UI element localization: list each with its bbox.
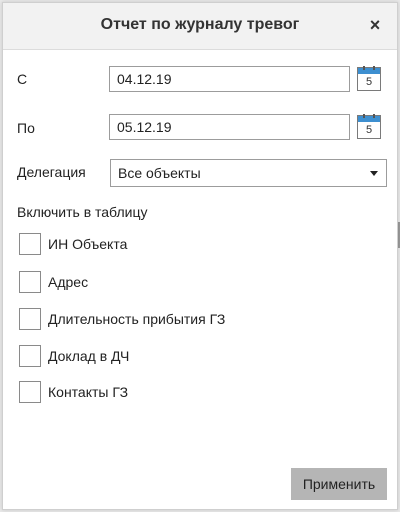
apply-button[interactable]: Применить (291, 468, 387, 500)
checkbox-address[interactable] (19, 271, 41, 293)
include-in-table-label: Включить в таблицу (17, 204, 148, 220)
calendar-icon-number: 5 (365, 124, 373, 136)
checkbox-label-contacts: Контакты ГЗ (48, 384, 129, 400)
delegation-select[interactable]: Все объекты (110, 159, 387, 187)
checkbox-arrival-duration[interactable] (19, 308, 41, 330)
calendar-ring-left (363, 66, 365, 70)
checkbox-object-id[interactable] (19, 233, 41, 255)
calendar-icon (358, 68, 380, 74)
delegation-label: Делегация (17, 164, 86, 180)
from-date-input[interactable]: 04.12.19 (109, 66, 350, 92)
checkbox-label-address: Адрес (48, 274, 89, 290)
chevron-down-icon (370, 171, 378, 176)
delegation-value: Все объекты (118, 165, 201, 181)
calendar-ring-left (363, 114, 365, 118)
calendar-ring-right (373, 66, 375, 70)
to-calendar-button[interactable]: 5 (357, 114, 381, 139)
close-icon[interactable]: × (365, 15, 385, 35)
checkbox-label-report-duty: Доклад в ДЧ (48, 348, 130, 364)
to-date-label: По (17, 120, 35, 136)
dialog-title: Отчет по журналу тревог (100, 16, 300, 33)
calendar-ring-right (373, 114, 375, 118)
calendar-icon (358, 116, 380, 122)
calendar-icon-number: 5 (365, 76, 373, 88)
checkbox-label-object-id: ИН Объекта (48, 236, 128, 252)
alarm-report-dialog: Отчет по журналу тревог × С 04.12.19 5 П… (2, 2, 398, 510)
checkbox-contacts[interactable] (19, 381, 41, 403)
checkbox-report-duty[interactable] (19, 345, 41, 367)
dialog-header: Отчет по журналу тревог × (3, 3, 397, 50)
from-date-label: С (17, 71, 28, 87)
to-date-input[interactable]: 05.12.19 (109, 114, 350, 140)
checkbox-label-arrival-duration: Длительность прибытия ГЗ (48, 311, 226, 327)
from-calendar-button[interactable]: 5 (357, 66, 381, 91)
